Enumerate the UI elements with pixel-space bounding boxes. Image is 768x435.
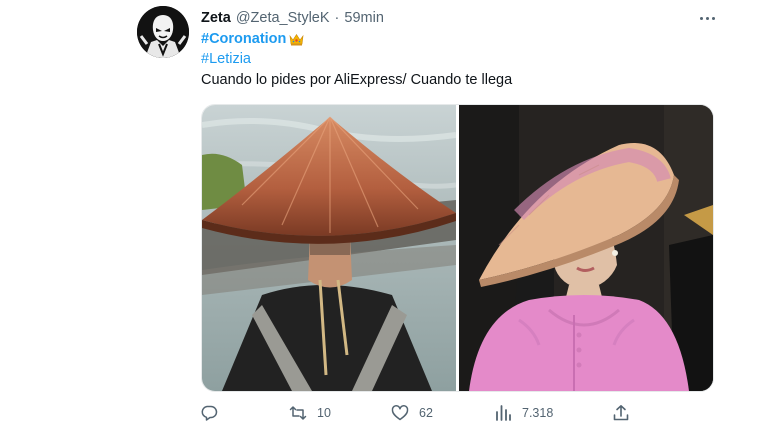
timestamp[interactable]: 59min xyxy=(344,10,384,26)
tweet-card[interactable]: Zeta @Zeta_StyleK · 59min #Coronation #L… xyxy=(0,0,768,435)
woman-in-pink-hat-photo[interactable] xyxy=(459,105,713,391)
heart-icon xyxy=(391,405,409,421)
like-count: 62 xyxy=(419,406,433,420)
man-in-conical-hat-photo[interactable] xyxy=(202,105,456,391)
separator-dot: · xyxy=(334,10,340,26)
tweet-text: Cuando lo pides por AliExpress/ Cuando t… xyxy=(201,72,513,88)
avatar[interactable] xyxy=(137,6,189,58)
retweet-button[interactable]: 10 xyxy=(289,402,331,424)
more-options-icon[interactable] xyxy=(695,8,719,28)
hashtag-letizia[interactable]: #Letizia xyxy=(201,51,251,67)
retweet-count: 10 xyxy=(317,406,331,420)
like-button[interactable]: 62 xyxy=(391,402,433,424)
retweet-icon xyxy=(289,406,307,420)
views-count: 7.318 xyxy=(522,406,554,420)
share-icon xyxy=(613,405,629,421)
display-name[interactable]: Zeta xyxy=(201,10,231,26)
tweet-header: Zeta @Zeta_StyleK · 59min xyxy=(201,8,384,28)
share-button[interactable] xyxy=(612,402,640,424)
masked-figure-avatar-icon xyxy=(137,6,189,58)
hashtag-link[interactable]: #Coronation xyxy=(201,31,286,47)
views-button[interactable]: 7.318 xyxy=(494,402,553,424)
user-handle[interactable]: @Zeta_StyleK xyxy=(236,10,330,26)
reply-icon xyxy=(201,405,218,421)
reply-button[interactable] xyxy=(200,402,228,424)
tweet-actions: 10 62 7.318 xyxy=(0,402,768,424)
crown-emoji-icon xyxy=(289,33,304,45)
hashtag-link[interactable]: #Letizia xyxy=(201,51,251,67)
views-icon xyxy=(496,405,511,421)
media-grid[interactable] xyxy=(201,104,714,392)
hashtag-coronation[interactable]: #Coronation xyxy=(201,31,304,47)
